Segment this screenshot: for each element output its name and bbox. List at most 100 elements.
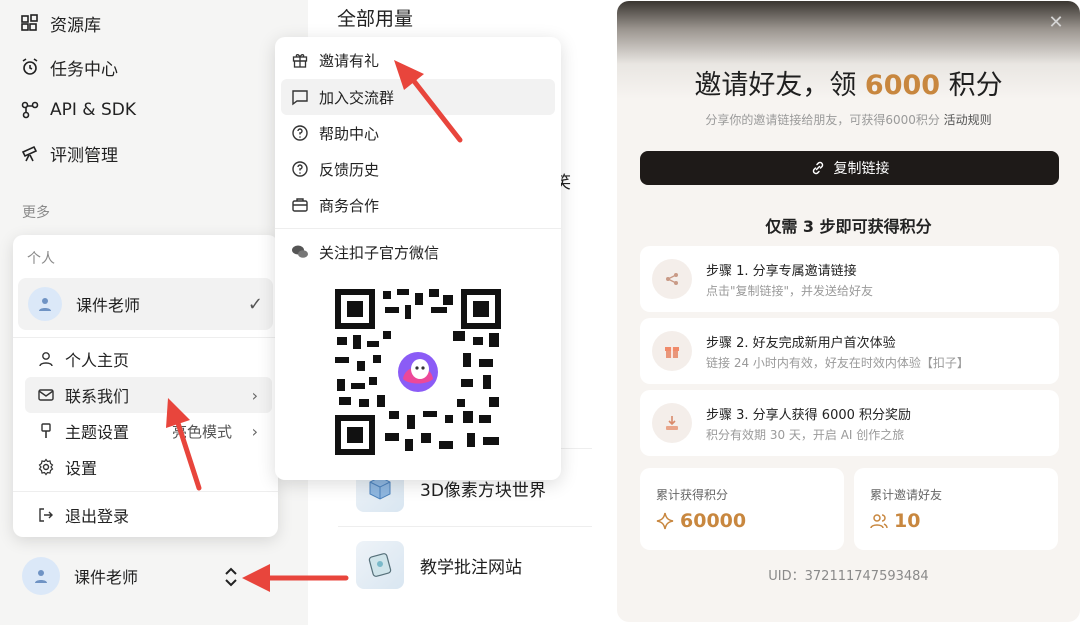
menu-item-invite[interactable]: 邀请有礼 (281, 42, 555, 78)
menu-item-business[interactable]: 商务合作 (281, 187, 555, 223)
share-icon (652, 259, 692, 299)
gear-icon (38, 458, 54, 476)
step-description: 积分有效期 30 天，开启 AI 创作之旅 (706, 428, 905, 442)
wechat-icon (292, 245, 308, 258)
check-icon: ✓ (247, 293, 263, 315)
steps-heading: 仅需 3 步即可获得积分 (765, 217, 932, 236)
menu-item-label: 主题设置 (65, 423, 130, 442)
stat-label: 累计获得积分 (656, 488, 729, 502)
step-card: 步骤 1. 分享专属邀请链接 点击"复制链接"，并发送给好友 (640, 246, 1059, 312)
divider (13, 337, 278, 338)
mail-icon (38, 389, 54, 401)
menu-item-label: 设置 (65, 459, 98, 478)
app-item-annotation-site[interactable]: 教学批注网站 (356, 541, 522, 589)
stat-value: 60000 (656, 510, 746, 532)
chevron-right-icon: › (251, 385, 258, 405)
divider (275, 228, 561, 229)
api-icon (21, 101, 39, 119)
user-icon (35, 570, 47, 583)
menu-item-label: 联系我们 (65, 387, 130, 406)
menu-item-label: 加入交流群 (319, 88, 395, 107)
step-description: 点击"复制链接"，并发送给好友 (706, 284, 874, 298)
sparkle-icon (656, 512, 674, 530)
step-title: 步骤 3. 分享人获得 6000 积分奖励 (706, 408, 912, 423)
modal-title: 邀请好友，领 6000 积分 (617, 63, 1080, 102)
theme-mode-value: 亮色模式 (171, 422, 232, 441)
library-icon (21, 14, 38, 31)
brush-icon (41, 423, 51, 438)
sidebar-item-api[interactable]: API & SDK (20, 96, 136, 124)
section-label-more: 更多 (22, 205, 50, 221)
chevron-up-down-icon[interactable] (222, 566, 240, 588)
button-label: 复制链接 (833, 161, 890, 177)
sidebar-item-label: 任务中心 (50, 59, 118, 80)
invite-modal: ✕ 邀请好友，领 6000 积分 分享你的邀请链接给朋友，可获得6000积分 活… (617, 1, 1080, 622)
menu-item-label: 反馈历史 (319, 160, 380, 179)
title-text: 邀请好友，领 (694, 70, 865, 101)
sidebar-item-library[interactable]: 资源库 (20, 9, 101, 37)
menu-item-label: 邀请有礼 (319, 51, 380, 70)
gift-icon (652, 331, 692, 371)
menu-item-contact-us[interactable]: 联系我们 › (25, 377, 272, 413)
copy-link-button[interactable]: 复制链接 (640, 151, 1059, 185)
contact-submenu: 邀请有礼 加入交流群 帮助中心 反馈历史 商务合作 关注扣子官方微信 (275, 37, 561, 480)
step-description: 链接 24 小时内有效，好友在时效内体验【扣子】 (706, 356, 969, 370)
sidebar-item-label: 资源库 (50, 15, 101, 36)
help-icon (292, 161, 308, 177)
stat-label: 累计邀请好友 (870, 488, 943, 502)
menu-item-wechat[interactable]: 关注扣子官方微信 (281, 234, 555, 270)
sidebar-item-evaluation[interactable]: 评测管理 (20, 139, 118, 167)
stat-card-invites: 累计邀请好友 10 (854, 468, 1058, 550)
menu-item-settings[interactable]: 设置 (25, 449, 272, 485)
menu-item-feedback[interactable]: 反馈历史 (281, 151, 555, 187)
link-icon (812, 161, 823, 175)
qr-code-icon (333, 287, 503, 457)
menu-item-logout[interactable]: 退出登录 (25, 497, 272, 533)
app-thumbnail (356, 541, 404, 589)
chat-icon (292, 90, 308, 106)
step-card: 步骤 2. 好友完成新用户首次体验 链接 24 小时内有效，好友在时效内体验【扣… (640, 318, 1059, 384)
menu-item-theme[interactable]: 主题设置 亮色模式 › (25, 413, 272, 449)
logout-icon (39, 508, 53, 522)
bottom-user-switcher[interactable]: 课件老师 (22, 557, 138, 595)
user-name: 课件老师 (76, 296, 141, 315)
menu-item-label: 商务合作 (319, 196, 380, 215)
help-icon (292, 125, 308, 141)
stat-number: 60000 (680, 510, 747, 532)
sidebar-item-tasks[interactable]: 任务中心 (20, 53, 118, 81)
user-name: 课件老师 (74, 568, 139, 587)
close-icon[interactable]: ✕ (1046, 13, 1066, 33)
sidebar-item-label: API & SDK (50, 100, 136, 120)
avatar (22, 557, 60, 595)
step-title: 步骤 1. 分享专属邀请链接 (706, 264, 857, 279)
stat-number: 10 (894, 510, 921, 532)
account-menu: 个人 课件老师 ✓ 个人主页 联系我们 › 主题设置 亮色模式 › 设置 退出登… (13, 235, 278, 537)
chevron-right-icon: › (251, 421, 258, 441)
gift-icon (292, 54, 308, 68)
reward-icon (652, 403, 692, 443)
person-icon (39, 352, 53, 367)
menu-item-help[interactable]: 帮助中心 (281, 115, 555, 151)
rules-link[interactable]: 活动规则 (944, 113, 992, 127)
section-label-personal: 个人 (27, 251, 55, 267)
alarm-icon (22, 58, 38, 75)
wechat-qr-code (333, 287, 503, 457)
menu-item-profile[interactable]: 个人主页 (25, 341, 272, 377)
subtitle-text: 分享你的邀请链接给朋友，可获得6000积分 (705, 113, 944, 127)
users-icon (870, 514, 888, 529)
tablet-icon (368, 553, 392, 577)
user-uid: UID：372111747593484 (768, 569, 929, 584)
left-screenshot: 资源库 任务中心 API & SDK 评测管理 更多 全部用量 笑 3D像素方块… (0, 0, 592, 625)
divider (13, 491, 278, 492)
telescope-icon (21, 145, 38, 162)
title-amount: 6000 (864, 70, 941, 101)
page-title: 全部用量 (337, 8, 414, 30)
step-title: 步骤 2. 好友完成新用户首次体验 (706, 336, 896, 351)
modal-subtitle: 分享你的邀请链接给朋友，可获得6000积分 活动规则 (617, 111, 1080, 128)
stat-value: 10 (870, 510, 920, 532)
menu-item-join-group[interactable]: 加入交流群 (281, 79, 555, 115)
briefcase-icon (292, 198, 308, 212)
current-user-row[interactable]: 课件老师 ✓ (18, 278, 273, 330)
step-card: 步骤 3. 分享人获得 6000 积分奖励 积分有效期 30 天，开启 AI 创… (640, 390, 1059, 456)
sidebar-item-label: 评测管理 (50, 145, 118, 166)
